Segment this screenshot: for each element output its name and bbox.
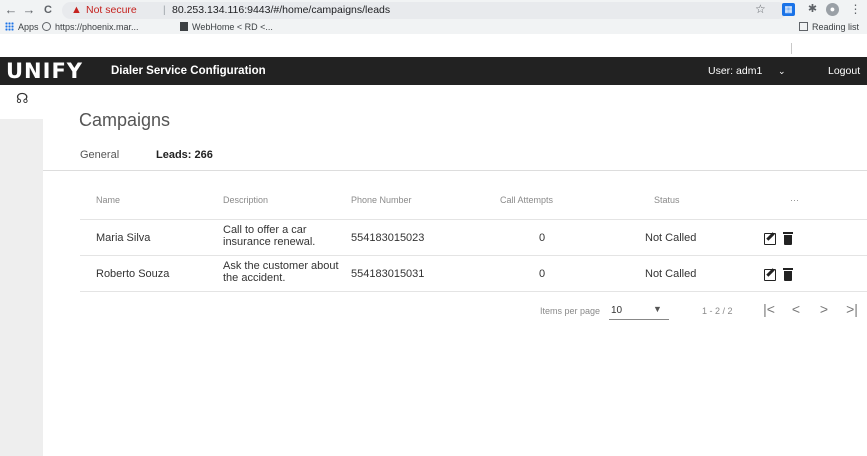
bookmark-label: https://phoenix.mar... — [55, 22, 139, 32]
column-header-actions: ··· — [790, 195, 799, 205]
globe-icon — [42, 22, 51, 31]
profile-avatar-icon[interactable]: ● — [826, 3, 839, 16]
bookmark-apps[interactable]: Apps — [5, 22, 39, 33]
column-header-attempts[interactable]: Call Attempts — [500, 195, 553, 205]
trash-icon[interactable] — [783, 232, 793, 245]
rail-item-campaigns[interactable]: ☊ — [0, 85, 43, 119]
last-page-icon[interactable]: >| — [845, 301, 859, 317]
extension-icon[interactable]: ▦ — [782, 3, 795, 16]
tab-leads[interactable]: Leads: 266 — [156, 149, 213, 161]
cell-attempts: 0 — [539, 268, 546, 280]
dialer-contacts-icon: ☊ — [16, 90, 29, 106]
bookmark-page-icon — [180, 22, 188, 31]
reload-button[interactable]: C — [41, 3, 55, 17]
bookmark-webhome[interactable]: WebHome < RD <... — [180, 22, 273, 33]
reading-list-button[interactable]: Reading list — [799, 22, 859, 33]
tab-general[interactable]: General — [80, 149, 119, 161]
items-per-page-label: Items per page — [540, 306, 601, 316]
dropdown-arrow-icon[interactable]: ▼ — [653, 304, 662, 314]
bookmark-star-icon[interactable]: ☆ — [755, 2, 766, 16]
first-page-icon[interactable]: |< — [762, 301, 776, 317]
logout-button[interactable]: Logout — [828, 57, 860, 85]
column-header-status[interactable]: Status — [654, 195, 680, 205]
omnibox[interactable]: ▲ Not secure | 80.253.134.116:9443/#/hom… — [62, 2, 787, 19]
reading-list-icon — [799, 22, 808, 31]
column-header-name[interactable]: Name — [96, 195, 120, 205]
bookmark-phoenix[interactable]: https://phoenix.mar... — [42, 22, 139, 33]
security-indicator[interactable]: Not secure — [86, 4, 137, 16]
column-header-description[interactable]: Description — [223, 195, 268, 205]
trash-icon[interactable] — [783, 268, 793, 281]
extensions-puzzle-icon[interactable]: ✱ — [806, 3, 819, 16]
cell-phone: 554183015023 — [351, 232, 425, 244]
cell-status: Not Called — [645, 232, 697, 244]
cell-name: Maria Silva — [96, 232, 151, 244]
bookmark-label: Apps — [18, 22, 39, 32]
bookmarks-divider — [791, 43, 792, 54]
page-range: 1 - 2 / 2 — [702, 306, 733, 316]
cell-attempts: 0 — [539, 232, 546, 244]
warning-icon: ▲ — [71, 4, 82, 16]
app-header: UNIFY Dialer Service Configuration User:… — [0, 57, 867, 85]
cell-phone: 554183015031 — [351, 268, 425, 280]
chevron-down-icon[interactable]: ⌄ — [778, 57, 786, 85]
forward-button[interactable]: → — [22, 3, 36, 17]
cell-description: Call to offer a car insurance renewal. — [223, 224, 316, 248]
previous-page-icon[interactable]: < — [789, 301, 803, 317]
app-title: Dialer Service Configuration — [111, 65, 266, 77]
unify-logo: UNIFY — [6, 59, 83, 83]
tabs-divider — [43, 170, 867, 171]
user-menu[interactable]: User: adm1 — [708, 57, 762, 85]
bookmarks-bar: Apps https://phoenix.mar... WebHome < RD… — [0, 21, 867, 54]
bookmark-label: WebHome < RD <... — [192, 22, 273, 32]
url-text[interactable]: 80.253.134.116:9443/#/home/campaigns/lea… — [172, 4, 390, 16]
browser-chrome: ← → C ▲ Not secure | 80.253.134.116:9443… — [0, 0, 867, 54]
edit-icon[interactable] — [764, 233, 776, 245]
cell-status: Not Called — [645, 268, 697, 280]
left-rail: ☊ — [0, 85, 43, 456]
row-divider — [80, 255, 867, 256]
reading-list-label: Reading list — [812, 22, 860, 32]
omnibox-separator: | — [163, 5, 166, 16]
select-underline — [609, 319, 669, 320]
cell-name: Roberto Souza — [96, 268, 170, 280]
user-name: adm1 — [736, 65, 763, 77]
row-divider — [80, 291, 867, 292]
items-per-page-select[interactable]: 10 — [611, 305, 622, 316]
next-page-icon[interactable]: > — [817, 301, 831, 317]
browser-menu-icon[interactable]: ⋮ — [849, 3, 862, 16]
header-divider — [80, 219, 867, 220]
page-title: Campaigns — [79, 110, 171, 130]
back-button[interactable]: ← — [4, 3, 18, 17]
column-header-phone[interactable]: Phone Number — [351, 195, 412, 205]
edit-icon[interactable] — [764, 269, 776, 281]
apps-icon — [5, 22, 14, 31]
user-label: User: — [708, 65, 734, 77]
cell-description: Ask the customer about the accident. — [223, 260, 339, 284]
address-bar-row: ← → C ▲ Not secure | 80.253.134.116:9443… — [0, 0, 867, 21]
